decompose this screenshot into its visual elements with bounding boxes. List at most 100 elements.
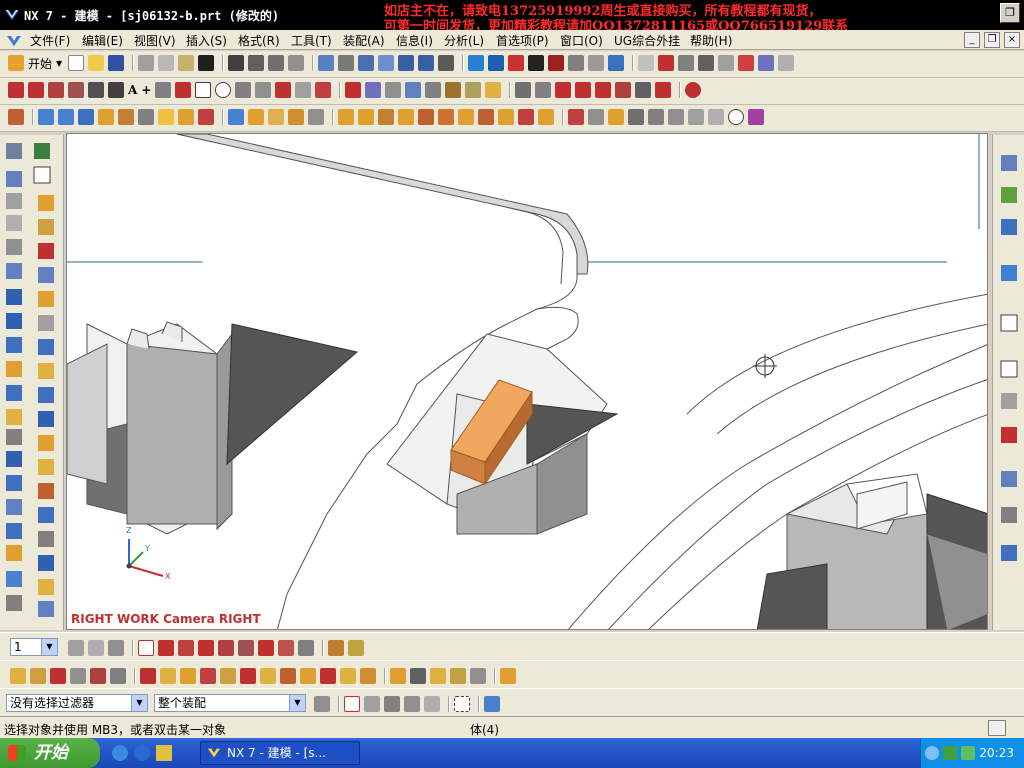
resource-bar-icons[interactable] [6,143,22,611]
render-style-icon[interactable] [468,55,485,71]
snap-control-icon[interactable] [178,640,194,656]
check-icon[interactable] [758,55,775,71]
analysis-icon[interactable] [658,55,675,71]
layer-settings-icon[interactable] [588,55,605,71]
csys-constructor-icon[interactable] [200,668,216,684]
snap-on-face-icon[interactable] [298,640,314,656]
volume-icon[interactable] [961,746,975,760]
sketch-icon[interactable] [8,109,24,125]
edit-parameters-icon[interactable] [568,109,584,125]
save-icon[interactable] [108,55,125,71]
filter-settings-icon[interactable] [314,696,330,712]
snap-on-curve-icon[interactable] [278,640,294,656]
fillet-curve-icon[interactable] [615,82,632,98]
type-filter-select[interactable]: 没有选择过滤器 ▼ [6,694,148,712]
copy-icon[interactable] [158,55,175,71]
restore-document-button[interactable]: ❐ [984,32,1000,48]
menu-information[interactable]: 信息(I) [396,32,433,49]
ellipse-icon[interactable] [235,82,252,98]
surface-tools-icon[interactable] [390,668,406,684]
assembly-navigator-icon[interactable] [484,696,500,712]
section-view-icon[interactable] [548,55,565,71]
menu-file[interactable]: 文件(F) [30,32,70,49]
datum-plane-icon[interactable] [220,668,236,684]
polyline-icon[interactable] [108,82,124,98]
studio-surface-icon[interactable] [470,668,486,684]
snap-endpoint-icon[interactable] [138,640,154,656]
text-icon[interactable]: A [128,83,137,97]
show-hide-icon[interactable] [638,55,655,71]
command-finder-icon[interactable] [268,55,285,71]
datum-axis-icon[interactable] [240,668,256,684]
through-curves-icon[interactable] [410,668,426,684]
snap-quadrant-icon[interactable] [238,640,254,656]
mirror-feature-icon[interactable] [478,109,494,125]
snap-center-icon[interactable] [218,640,234,656]
line-icon[interactable] [8,82,24,98]
edit-curve-icon[interactable] [515,82,532,98]
stop-at-intersection-icon[interactable] [424,696,440,712]
start-button[interactable]: 开始 [28,55,52,72]
open-folder-icon[interactable] [88,55,105,71]
wcs-icon[interactable] [608,55,625,71]
snap-intersection-icon[interactable] [198,640,214,656]
bounded-plane-icon[interactable] [360,668,376,684]
more-icon[interactable] [778,55,795,71]
extrude-icon[interactable] [38,109,54,125]
select-edge-icon[interactable] [110,668,126,684]
point-set-icon[interactable]: + [141,83,151,97]
menu-assembly[interactable]: 装配(A) [343,32,385,49]
text-curve-icon[interactable] [465,82,482,98]
close-document-button[interactable]: × [1004,32,1020,48]
basic-curve-icon[interactable] [175,82,192,98]
shaded-edges-icon[interactable] [528,55,545,71]
edit-arc-icon[interactable] [595,82,612,98]
vector-constructor-icon[interactable] [160,668,176,684]
scale-body-icon[interactable] [438,109,454,125]
annotation-icon[interactable] [348,640,364,656]
select-intent-icon[interactable] [344,696,360,712]
instance-icon[interactable] [458,109,474,125]
suppress-feature-icon[interactable] [648,109,664,125]
ie-icon[interactable] [112,745,128,761]
datum-csys-icon[interactable] [260,668,276,684]
chevron-down-icon[interactable]: ▼ [41,639,57,655]
project-curve-icon[interactable] [365,82,382,98]
layer-move-icon[interactable] [88,640,104,656]
menu-help[interactable]: 帮助(H) [690,32,732,49]
restore-window-button[interactable]: ❐ [1000,3,1020,23]
divide-curve-icon[interactable] [575,82,592,98]
split-body-icon[interactable] [308,109,324,125]
replay-icon[interactable] [708,109,724,125]
measure-distance-icon[interactable] [678,55,695,71]
extract-curve-icon[interactable] [425,82,442,98]
combined-curve-icon[interactable] [485,82,502,98]
rotate-view-icon[interactable] [398,55,415,71]
rectangle-select-icon[interactable] [454,696,470,712]
feature-curve-icon[interactable] [364,696,380,712]
taskbar-item-nx[interactable]: NX 7 - 建模 - [s... [200,741,360,765]
pocket-icon[interactable] [138,109,154,125]
new-file-icon[interactable] [68,55,85,71]
select-all-icon[interactable] [30,668,46,684]
menu-preferences[interactable]: 首选项(P) [496,32,549,49]
quick-pick-icon[interactable] [10,668,26,684]
cut-icon[interactable] [138,55,155,71]
draft-icon[interactable] [378,109,394,125]
chamfer-icon[interactable] [358,109,374,125]
menu-analysis[interactable]: 分析(L) [444,32,484,49]
repeat-command-icon[interactable] [288,55,305,71]
menu-format[interactable]: 格式(R) [238,32,280,49]
delete-icon[interactable] [198,55,215,71]
start-dropdown-icon[interactable]: ▼ [56,59,62,68]
unite-icon[interactable] [228,109,244,125]
zoom-icon[interactable] [358,55,375,71]
snap-point-icon[interactable] [685,82,702,98]
length-curve-icon[interactable] [635,82,652,98]
menu-insert[interactable]: 插入(S) [186,32,227,49]
menu-ug-plugin[interactable]: UG综合外挂 [614,32,680,49]
synchronous-icon[interactable] [500,668,516,684]
pan-view-icon[interactable] [418,55,435,71]
graphics-viewport[interactable]: Z Y X RIGHT WORK Camera RIGHT [66,133,988,630]
menu-window[interactable]: 窗口(O) [560,32,603,49]
